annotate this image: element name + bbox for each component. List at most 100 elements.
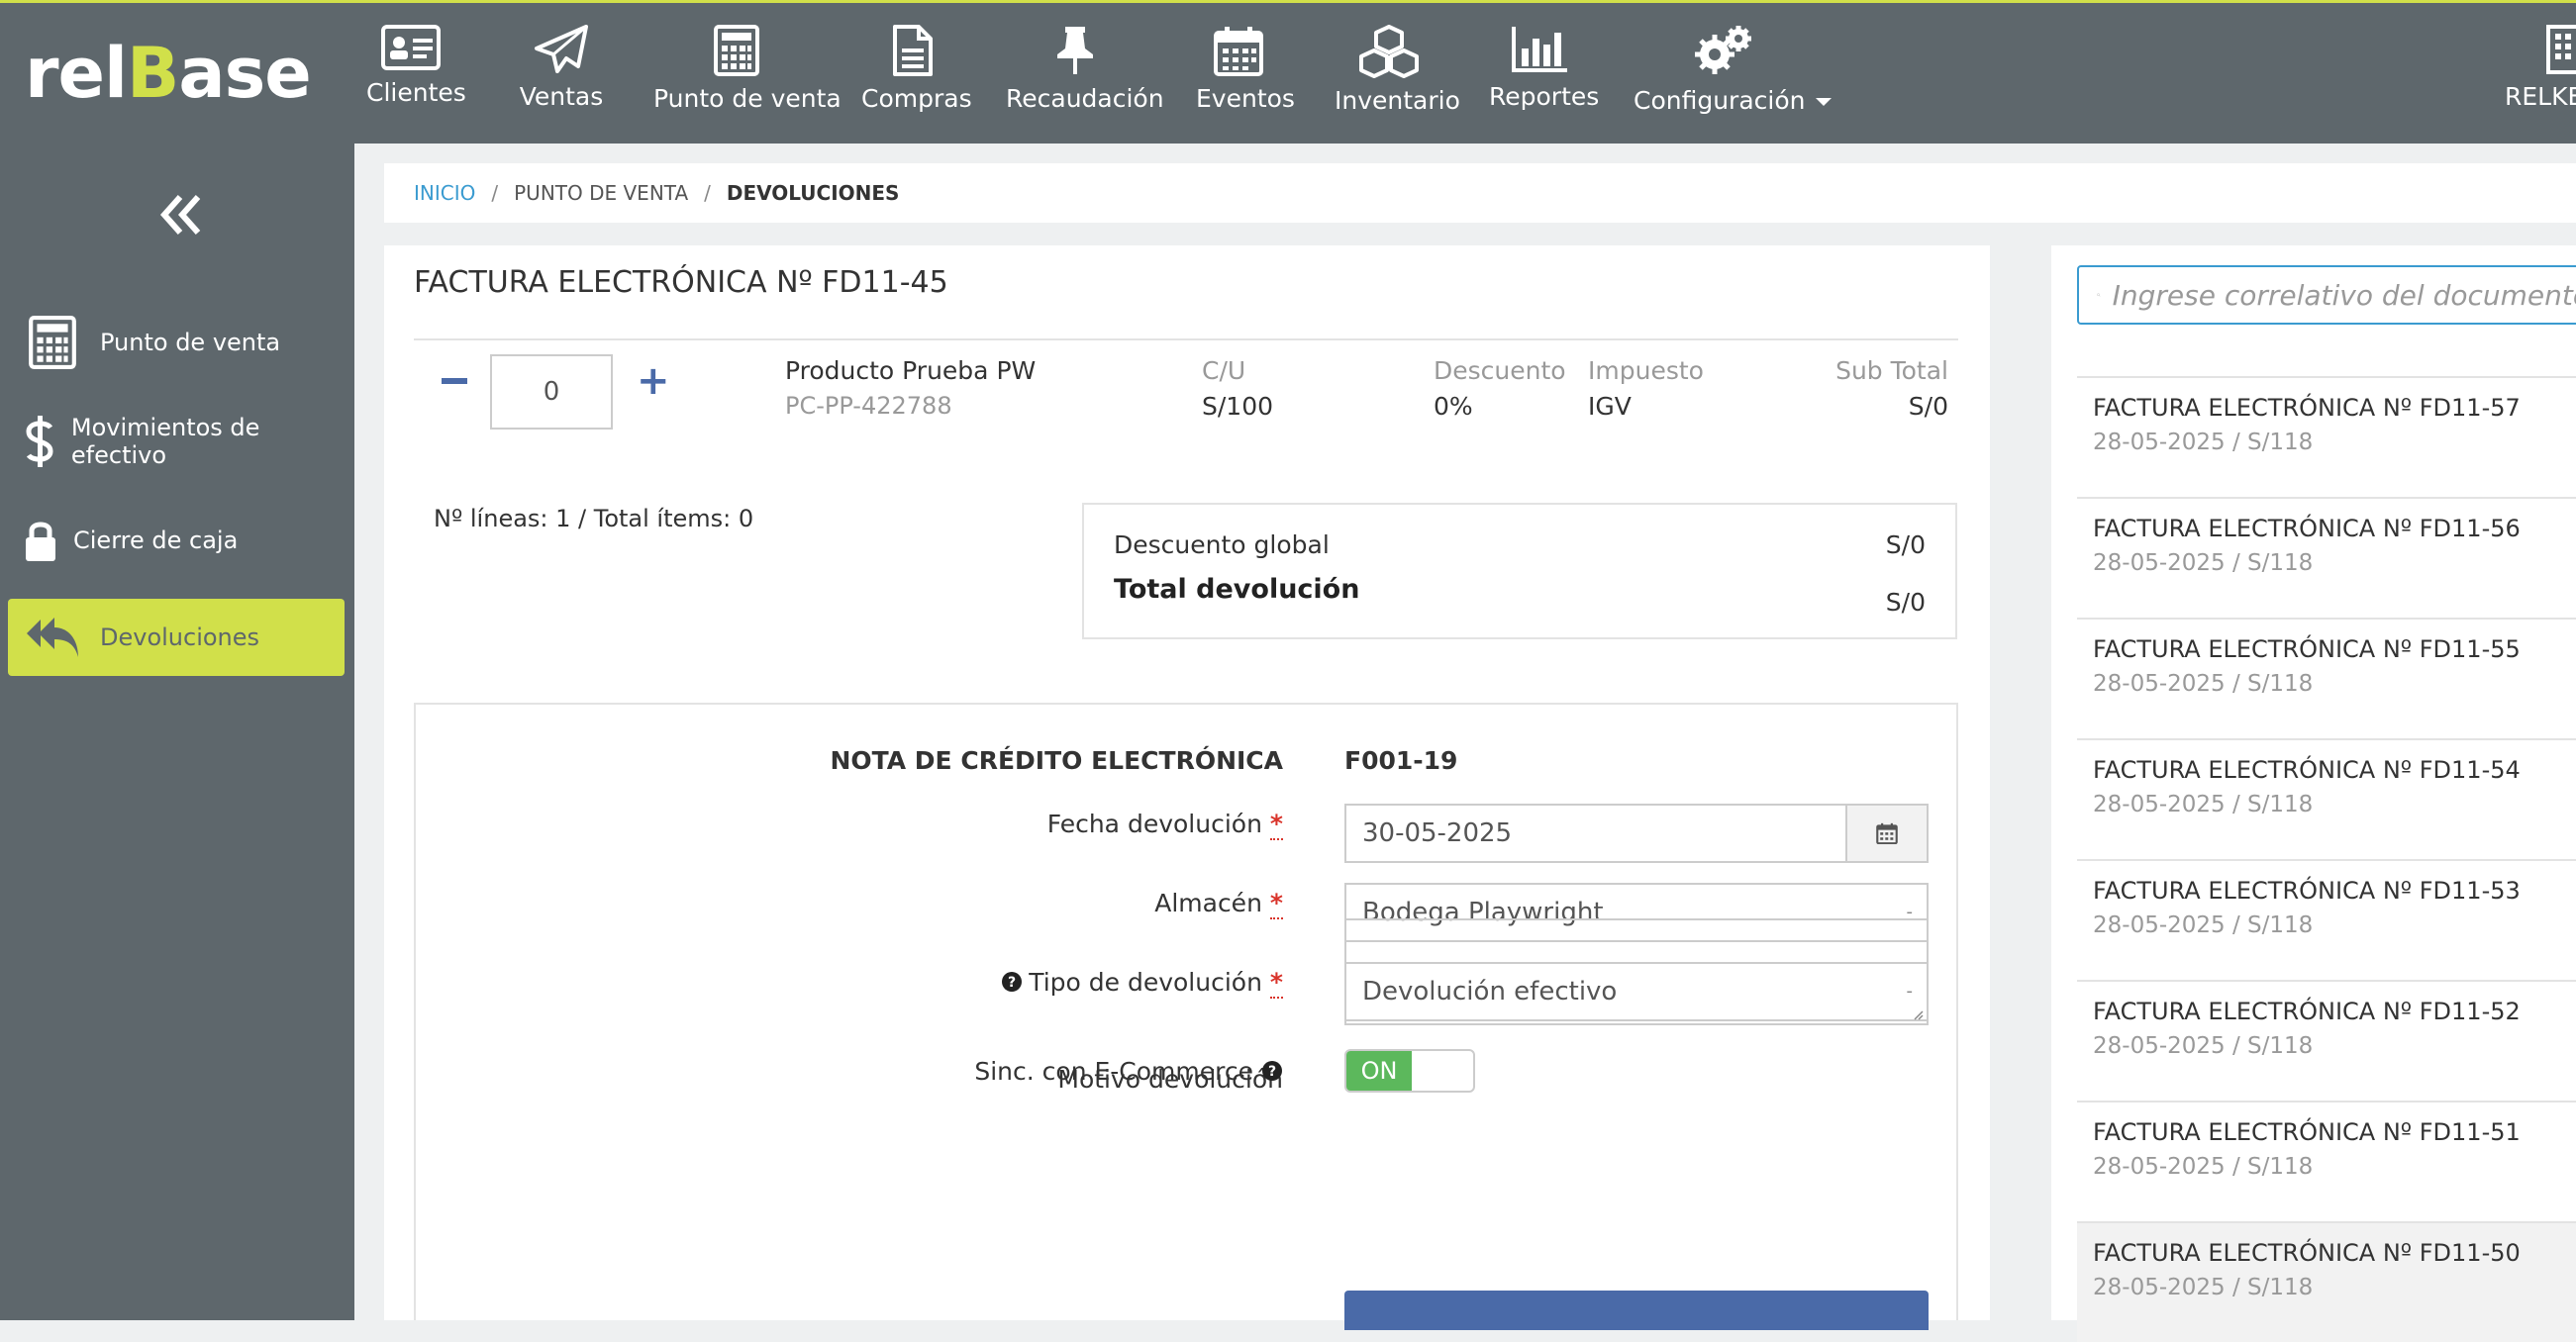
decrease-quantity-button[interactable] [442, 378, 467, 384]
calendar-icon [1876, 822, 1898, 844]
search-icon [2097, 293, 2101, 297]
lines-summary: Nº líneas: 1 / Total ítems: 0 [434, 505, 754, 532]
sidebar-item-movimientos-de-efectivo[interactable]: Movimientos de efectivo [8, 403, 345, 480]
total-return-value: S/0 [1885, 588, 1926, 617]
document-search-input[interactable]: Ingrese correlativo del documento [2077, 265, 2576, 325]
increase-quantity-button[interactable]: + [637, 361, 670, 401]
return-panel: FACTURA ELECTRÓNICA Nº FD11-45 0 + Produ… [384, 245, 1990, 1330]
document-title: FACTURA ELECTRÓNICA Nº FD11-51 [2093, 1118, 2521, 1146]
document-title: FACTURA ELECTRÓNICA Nº FD11-50 [2093, 1239, 2521, 1267]
return-reason-textarea[interactable] [1344, 918, 1929, 1025]
document-item[interactable]: FACTURA ELECTRÓNICA Nº FD11-56 28-05-2025… [2077, 497, 2576, 618]
gears-icon [1695, 26, 1751, 74]
nav-eventos[interactable]: Eventos [1196, 25, 1295, 124]
nav-label: Recaudación [1006, 84, 1164, 113]
required-marker: * [1269, 968, 1283, 999]
search-placeholder: Ingrese correlativo del documento [2112, 278, 2576, 312]
document-item[interactable]: FACTURA ELECTRÓNICA Nº FD11-52 28-05-2025… [2077, 980, 2576, 1101]
collapse-sidebar-button[interactable] [158, 193, 202, 240]
divider [414, 338, 1958, 340]
calculator-icon [29, 316, 76, 369]
ecommerce-sync-toggle[interactable]: ON [1344, 1049, 1475, 1093]
required-marker: * [1269, 889, 1283, 919]
quantity-input[interactable]: 0 [490, 354, 613, 430]
company-name: RELKE [2505, 82, 2576, 111]
credit-note-form: NOTA DE CRÉDITO ELECTRÓNICA F001-19 Fech… [414, 703, 1958, 1330]
svg-text:?: ? [1008, 975, 1016, 991]
nav-inventario[interactable]: Inventario [1335, 25, 1460, 124]
top-navbar: relBase Clientes Ventas Punto de venta C… [0, 0, 2576, 144]
document-title: FACTURA ELECTRÓNICA Nº FD11-56 [2093, 515, 2521, 542]
document-item[interactable]: FACTURA ELECTRÓNICA Nº FD11-57 28-05-2025… [2077, 376, 2576, 497]
global-discount-value: S/0 [1885, 530, 1926, 559]
totals-box: Descuento global S/0 Total devolución S/… [1082, 503, 1957, 639]
sidebar-item-punto-de-venta[interactable]: Punto de venta [8, 304, 345, 381]
nav-compras[interactable]: Compras [861, 25, 972, 124]
document-title: FACTURA ELECTRÓNICA Nº FD11-57 [2093, 394, 2521, 422]
return-type-label: ? Tipo de devolución * [1001, 968, 1283, 999]
breadcrumb-section[interactable]: PUNTO DE VENTA [514, 181, 688, 205]
caret-down-icon [1815, 98, 1832, 106]
unit-price-header: C/U [1202, 356, 1246, 385]
nav-configuracion[interactable]: Configuración [1634, 25, 1832, 124]
calculator-icon [714, 25, 759, 76]
document-meta: 28-05-2025 / S/118 [2093, 671, 2314, 697]
company-menu[interactable]: RELKE [2497, 25, 2576, 124]
document-item[interactable]: FACTURA ELECTRÓNICA Nº FD11-50 28-05-2025… [2077, 1221, 2576, 1342]
document-item[interactable]: FACTURA ELECTRÓNICA Nº FD11-54 28-05-2025… [2077, 738, 2576, 859]
building-icon [2546, 25, 2576, 74]
breadcrumb-home-link[interactable]: INICIO [414, 181, 475, 205]
submit-return-button[interactable] [1344, 1291, 1929, 1330]
unit-price-value: S/100 [1202, 392, 1274, 421]
nav-label: Compras [861, 84, 972, 113]
tax-header: Impuesto [1588, 356, 1704, 385]
question-circle-icon[interactable]: ? [1001, 971, 1023, 993]
bar-chart-icon [1512, 27, 1567, 72]
id-card-icon [381, 25, 441, 70]
document-meta: 28-05-2025 / S/118 [2093, 550, 2314, 576]
document-type-label: NOTA DE CRÉDITO ELECTRÓNICA [830, 746, 1283, 775]
document-meta: 28-05-2025 / S/118 [2093, 430, 2314, 455]
document-item[interactable]: FACTURA ELECTRÓNICA Nº FD11-55 28-05-2025… [2077, 618, 2576, 738]
sidebar-item-label: Devoluciones [100, 623, 260, 651]
breadcrumb-separator: / [704, 181, 711, 205]
credit-note-number: F001-19 [1344, 746, 1458, 775]
pushpin-icon [1057, 27, 1093, 74]
document-item[interactable]: FACTURA ELECTRÓNICA Nº FD11-51 28-05-2025… [2077, 1101, 2576, 1221]
file-icon [893, 25, 933, 76]
breadcrumb-current: DEVOLUCIONES [726, 181, 900, 205]
document-meta: 28-05-2025 / S/118 [2093, 1033, 2314, 1059]
return-date-label: Fecha devolución * [1046, 810, 1283, 840]
sidebar-item-label: Punto de venta [100, 329, 281, 356]
date-picker-button[interactable] [1845, 806, 1927, 861]
discount-value: 0% [1434, 392, 1473, 421]
nav-punto-de-venta[interactable]: Punto de venta [653, 25, 842, 124]
sidebar-item-cierre-de-caja[interactable]: Cierre de caja [8, 502, 345, 579]
nav-recaudacion[interactable]: Recaudación [1006, 25, 1164, 124]
nav-label: Reportes [1489, 82, 1600, 111]
nav-label: Configuración [1634, 86, 1832, 115]
document-meta: 28-05-2025 / S/118 [2093, 1154, 2314, 1180]
relbase-logo[interactable]: relBase [25, 33, 312, 114]
reply-all-icon [27, 618, 78, 657]
question-circle-icon[interactable]: ? [1261, 1060, 1283, 1082]
document-meta: 28-05-2025 / S/118 [2093, 912, 2314, 938]
document-title: FACTURA ELECTRÓNICA Nº FD11-53 [2093, 877, 2521, 905]
nav-ventas[interactable]: Ventas [515, 25, 608, 124]
svg-text:?: ? [1268, 1064, 1276, 1080]
sidebar-item-devoluciones[interactable]: Devoluciones [8, 599, 345, 676]
tax-value: IGV [1588, 392, 1632, 421]
nav-reportes[interactable]: Reportes [1489, 25, 1600, 124]
return-date-input[interactable]: 30-05-2025 [1344, 804, 1929, 863]
dollar-icon [26, 416, 53, 467]
document-item[interactable]: FACTURA ELECTRÓNICA Nº FD11-53 28-05-2025… [2077, 859, 2576, 980]
document-list: FACTURA ELECTRÓNICA Nº FD11-57 28-05-2025… [2077, 376, 2576, 1342]
paper-plane-icon [535, 25, 588, 73]
product-name: Producto Prueba PW [785, 356, 1037, 385]
global-discount-label: Descuento global [1114, 530, 1330, 559]
nav-label: Clientes [366, 78, 466, 107]
nav-clientes[interactable]: Clientes [366, 25, 466, 124]
resize-handle-icon[interactable] [1912, 1008, 1924, 1020]
product-code: PC-PP-422788 [785, 392, 952, 420]
total-return-label: Total devolución [1114, 574, 1360, 605]
